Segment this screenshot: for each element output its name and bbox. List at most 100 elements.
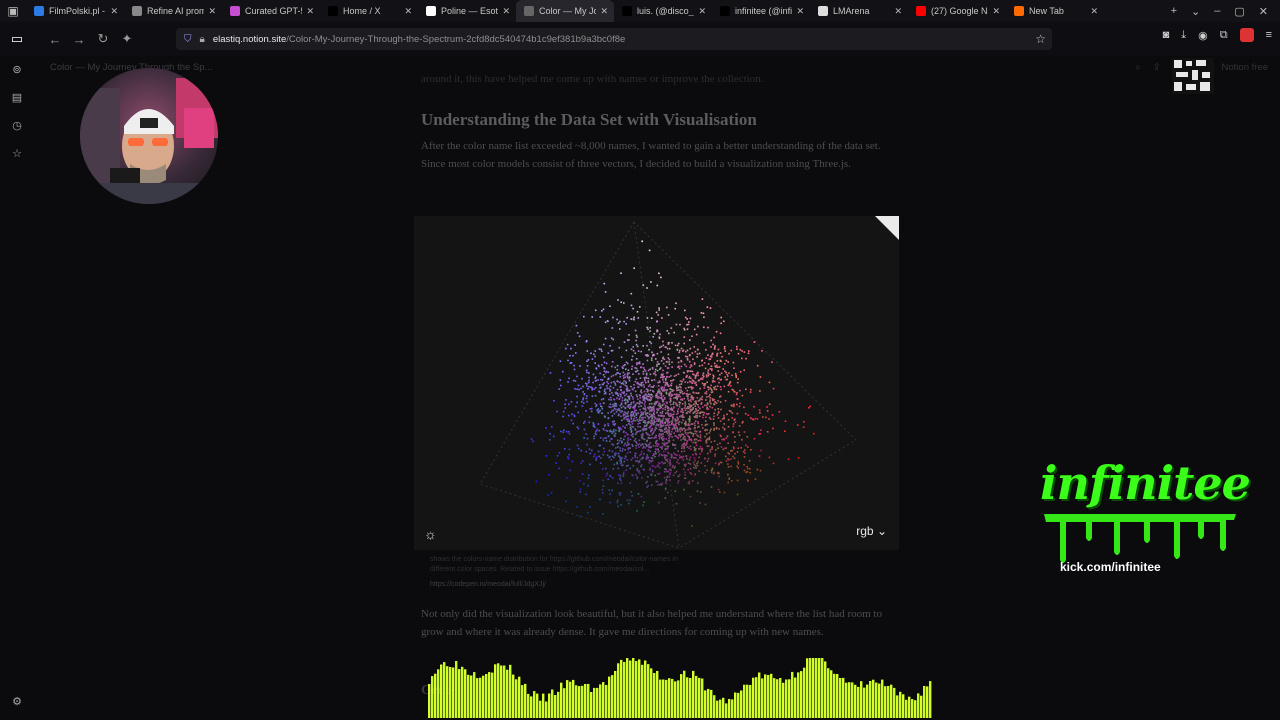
color-point: [617, 455, 620, 457]
color-point: [562, 410, 565, 413]
back-icon[interactable]: ←: [43, 27, 67, 51]
close-tab-icon[interactable]: ✕: [502, 6, 510, 17]
color-point: [668, 439, 671, 442]
color-point: [705, 349, 707, 351]
color-point: [670, 456, 672, 459]
color-point: [701, 423, 703, 426]
history-icon[interactable]: ◷: [8, 116, 26, 134]
tab-list-icon[interactable]: ⌄: [1191, 5, 1200, 18]
caption-link[interactable]: https://codepen.io/meodai/full/JdgXJj/: [430, 580, 730, 590]
tab-title: FilmPolski.pl - fil: [49, 6, 106, 16]
lock-icon[interactable]: 🔒︎: [200, 34, 205, 45]
color-space-select[interactable]: rgb ⌄: [856, 524, 887, 538]
color-tetrahedron-plot[interactable]: [414, 216, 899, 550]
browser-tab[interactable]: Color — My Jour✕: [516, 0, 614, 22]
close-tab-icon[interactable]: ✕: [208, 6, 216, 17]
close-window-icon[interactable]: ✕: [1259, 5, 1268, 18]
color-point: [731, 480, 733, 482]
settings-gear-icon[interactable]: ⚙: [8, 692, 26, 710]
color-point: [602, 479, 605, 482]
color-point: [695, 444, 698, 447]
color-point: [677, 396, 679, 398]
close-tab-icon[interactable]: ✕: [1090, 6, 1098, 17]
light-toggle-icon[interactable]: ☼: [424, 526, 437, 542]
maximize-icon[interactable]: ▢: [1234, 5, 1244, 18]
extension-red-icon[interactable]: [1239, 28, 1254, 42]
browser-tab[interactable]: Curated GPT-5 A✕: [222, 0, 320, 22]
sidebar-toggle-icon[interactable]: ▭: [5, 27, 29, 51]
browser-tab[interactable]: (27) Google Nan✕: [908, 0, 1006, 22]
minimize-icon[interactable]: –: [1214, 5, 1220, 17]
forward-icon[interactable]: →: [67, 27, 91, 51]
browser-tab[interactable]: FilmPolski.pl - fil ✕: [26, 0, 124, 22]
color-point: [582, 391, 584, 393]
color-point: [641, 417, 643, 419]
browser-tab[interactable]: New Tab ✕: [1006, 0, 1104, 22]
color-point: [683, 427, 685, 430]
sidebar-notes-icon[interactable]: ▤: [8, 88, 26, 106]
color-point: [624, 373, 626, 376]
menu-icon[interactable]: ≡: [1266, 29, 1272, 41]
color-point: [642, 397, 644, 399]
close-tab-icon[interactable]: ✕: [110, 6, 118, 17]
sidebar-panel-icon[interactable]: ⊚: [8, 60, 26, 78]
color-point: [656, 352, 659, 355]
color-point: [706, 408, 708, 410]
home-icon[interactable]: ✦: [115, 27, 139, 51]
profile-icon[interactable]: ◉: [1198, 29, 1208, 42]
browser-tab[interactable]: infinitee (@infini✕: [712, 0, 810, 22]
bookmark-star-icon[interactable]: ☆: [1035, 32, 1046, 46]
browser-tab[interactable]: Home / X ✕: [320, 0, 418, 22]
color-point: [576, 444, 579, 447]
color-point: [582, 398, 584, 401]
color-point: [778, 411, 781, 413]
color-point: [653, 415, 656, 418]
extensions-icon[interactable]: ⧉: [1220, 29, 1228, 42]
color-visualization[interactable]: ☼ rgb ⌄: [414, 216, 899, 550]
search-icon[interactable]: ⌕: [1135, 62, 1140, 73]
browser-tab[interactable]: Refine AI prompt✕: [124, 0, 222, 22]
close-tab-icon[interactable]: ✕: [992, 6, 1000, 17]
address-bar[interactable]: ⛉ 🔒︎ elastiq.notion.site/Color-My-Journe…: [176, 28, 1052, 50]
color-point: [612, 405, 614, 408]
color-point: [605, 362, 608, 365]
color-point: [637, 398, 639, 400]
color-point: [603, 415, 606, 417]
close-tab-icon[interactable]: ✕: [306, 6, 314, 17]
shield-icon[interactable]: ⛉: [184, 34, 192, 45]
download-icon[interactable]: ⤓: [1181, 29, 1186, 42]
color-point: [624, 442, 627, 445]
share-icon[interactable]: ⇪: [1153, 62, 1161, 73]
audio-bar: [494, 664, 497, 718]
color-point: [665, 442, 668, 445]
close-tab-icon[interactable]: ✕: [894, 6, 902, 17]
reload-icon[interactable]: ↻: [91, 27, 115, 51]
color-point: [581, 405, 584, 407]
close-tab-icon[interactable]: ✕: [600, 6, 608, 17]
audio-bar: [431, 676, 434, 718]
new-tab-icon[interactable]: +: [1171, 5, 1177, 17]
color-point: [721, 418, 724, 420]
color-point: [548, 439, 551, 441]
color-point: [622, 383, 625, 385]
notion-free-link[interactable]: Notion free: [1222, 62, 1268, 73]
browser-tab[interactable]: LMArena ✕: [810, 0, 908, 22]
color-point: [588, 379, 590, 382]
color-point: [696, 412, 699, 414]
color-point: [659, 405, 661, 407]
color-point: [707, 403, 709, 405]
browser-tab[interactable]: luis. (@disco_lu)✕: [614, 0, 712, 22]
bookmarks-star-icon[interactable]: ☆: [8, 144, 26, 162]
color-point: [718, 377, 720, 380]
screenshot-icon[interactable]: ◙: [1163, 29, 1170, 41]
close-tab-icon[interactable]: ✕: [698, 6, 706, 17]
color-point: [686, 356, 689, 358]
color-point: [695, 447, 697, 450]
close-tab-icon[interactable]: ✕: [404, 6, 412, 17]
color-point: [623, 413, 626, 416]
browser-tab[interactable]: Poline — Esoteri✕: [418, 0, 516, 22]
close-tab-icon[interactable]: ✕: [796, 6, 804, 17]
color-point: [578, 335, 581, 338]
tab-overview-icon[interactable]: ▣: [0, 0, 26, 22]
color-point: [682, 455, 685, 458]
